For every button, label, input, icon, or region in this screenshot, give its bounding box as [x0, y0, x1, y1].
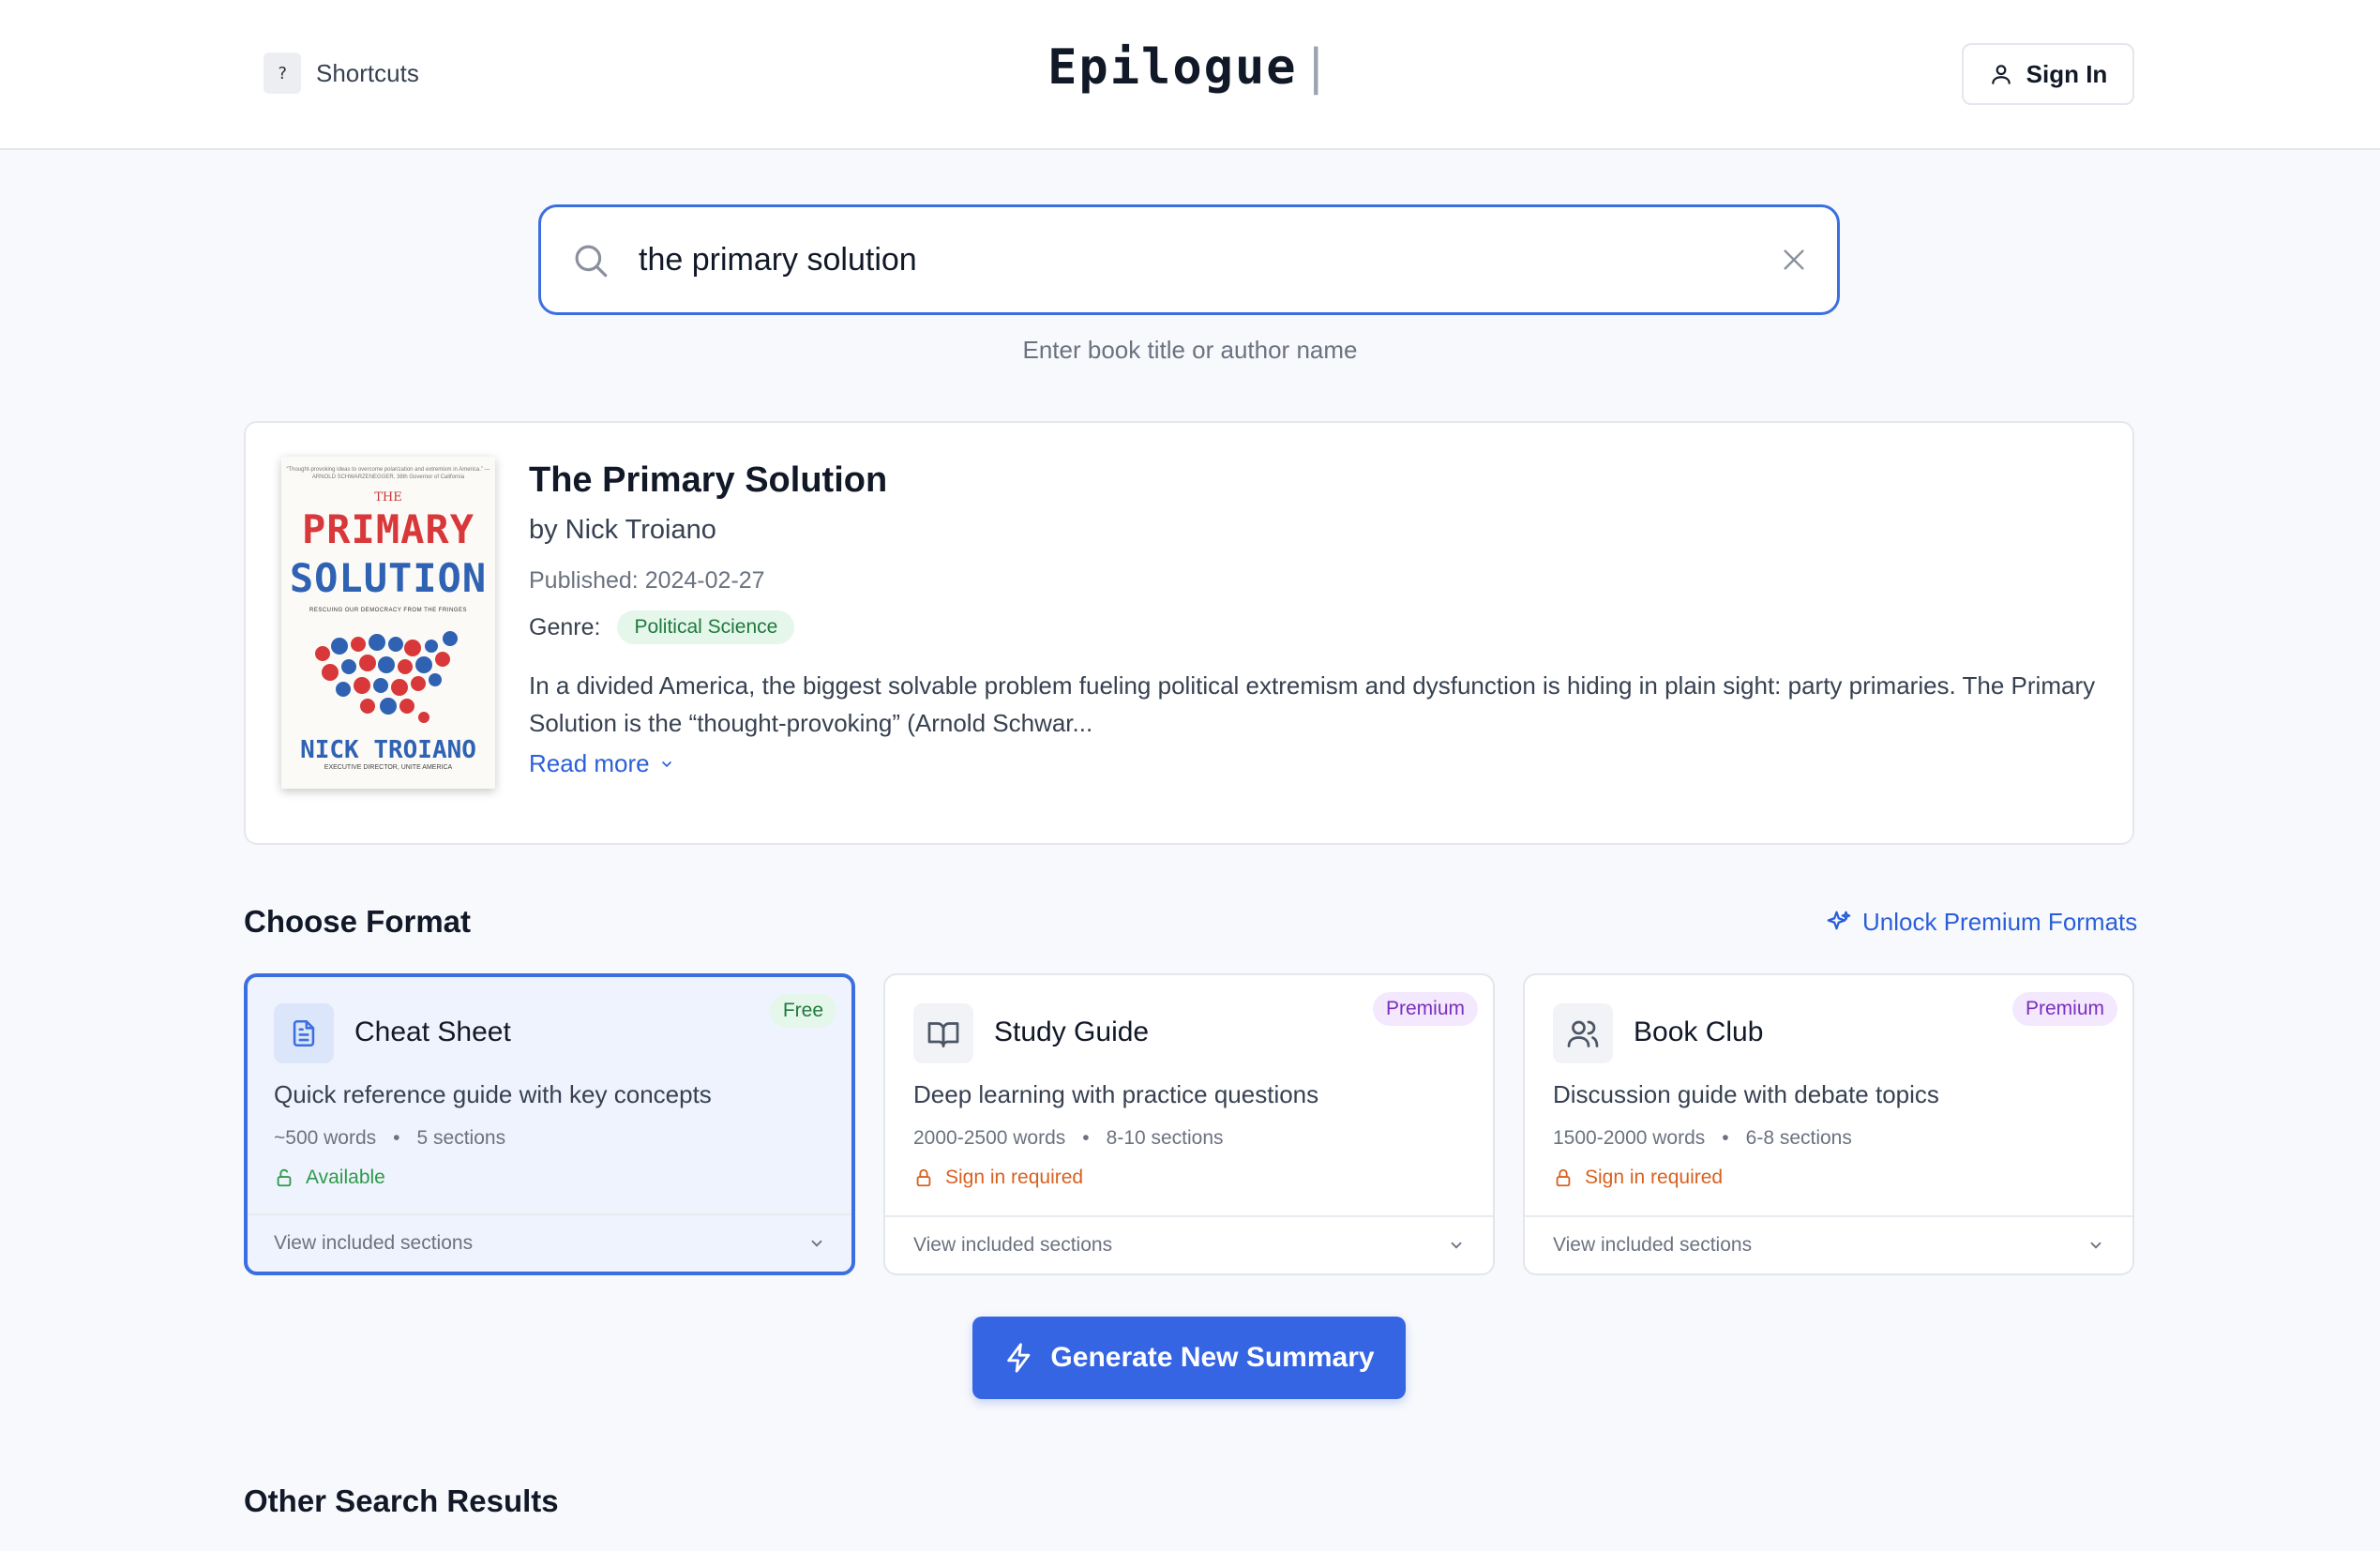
format-card-book-club[interactable]: Book Club Premium Discussion guide with …: [1523, 973, 2134, 1275]
logo-cursor: |: [1301, 39, 1333, 96]
search-input[interactable]: [639, 232, 1726, 288]
format-name: Book Club: [1634, 1016, 1764, 1047]
cover-title-line2: SOLUTION: [289, 555, 488, 601]
view-sections-toggle[interactable]: View included sections: [1525, 1215, 2132, 1273]
document-icon: [274, 1003, 334, 1063]
view-sections-label: View included sections: [274, 1232, 474, 1254]
cover-title-line1: PRIMARY: [301, 506, 474, 552]
format-section-count: 8-10 sections: [1106, 1127, 1224, 1149]
cover-map-illustration: [315, 631, 458, 723]
format-meta: 2000-2500 words • 8-10 sections: [913, 1127, 1224, 1150]
read-more-label: Read more: [529, 749, 650, 777]
meta-separator: •: [1722, 1127, 1729, 1149]
format-meta: ~500 words • 5 sections: [274, 1127, 505, 1150]
book-genre-row: Genre: Political Science: [529, 610, 795, 644]
book-open-icon: [913, 1003, 973, 1063]
book-title: The Primary Solution: [529, 460, 888, 500]
format-status: Sign in required: [1553, 1167, 1723, 1189]
format-meta: 1500-2000 words • 6-8 sections: [1553, 1127, 1852, 1150]
generate-summary-button[interactable]: Generate New Summary: [972, 1317, 1406, 1399]
view-sections-toggle[interactable]: View included sections: [248, 1213, 851, 1272]
lock-icon: [1556, 1168, 1571, 1187]
format-section-count: 5 sections: [416, 1127, 506, 1149]
unlock-icon: [277, 1168, 292, 1187]
format-status-label: Available: [306, 1167, 385, 1188]
genre-label: Genre:: [529, 613, 601, 640]
book-description: In a divided America, the biggest solvab…: [529, 671, 2096, 737]
premium-badge: Premium: [2011, 992, 2117, 1026]
chevron-down-icon: [811, 1240, 822, 1247]
choose-format-title: Choose Format: [244, 904, 472, 939]
format-word-count: 2000-2500 words: [913, 1127, 1066, 1149]
unlock-premium-label: Unlock Premium Formats: [1862, 908, 2138, 936]
other-results-title: Other Search Results: [244, 1483, 559, 1518]
read-more-link[interactable]: Read more: [529, 749, 674, 778]
format-card-study-guide[interactable]: Study Guide Premium Deep learning with p…: [883, 973, 1495, 1275]
format-section-count: 6-8 sections: [1745, 1127, 1852, 1149]
chevron-down-icon: [661, 760, 671, 767]
chevron-down-icon: [1451, 1242, 1462, 1249]
cover-blurb: “Thought-provoking ideas to overcome pol…: [286, 467, 490, 480]
sparkles-icon: [1827, 911, 1851, 929]
format-status-label: Sign in required: [1585, 1167, 1724, 1188]
format-status: Sign in required: [913, 1167, 1083, 1189]
cover-author-role: EXECUTIVE DIRECTOR, UNITE AMERICA: [324, 764, 453, 771]
clear-search-icon[interactable]: [1779, 245, 1809, 275]
sign-in-button[interactable]: Sign In: [1962, 43, 2134, 105]
meta-separator: •: [393, 1127, 400, 1149]
logo-text: Epilogue: [1047, 39, 1298, 96]
genre-badge: Political Science: [617, 610, 795, 644]
cover-subtitle: RESCUING OUR DEMOCRACY FROM THE FRINGES: [309, 608, 467, 613]
premium-badge: Premium: [1372, 992, 1478, 1026]
lightning-icon: [1007, 1343, 1031, 1373]
format-name: Study Guide: [994, 1016, 1150, 1047]
search-box: [538, 204, 1840, 315]
view-sections-label: View included sections: [1553, 1234, 1753, 1256]
users-icon: [1553, 1003, 1613, 1063]
format-word-count: ~500 words: [274, 1127, 377, 1149]
chevron-down-icon: [2090, 1242, 2101, 1249]
cover-the: THE: [374, 490, 402, 504]
view-sections-toggle[interactable]: View included sections: [885, 1215, 1493, 1273]
cover-author: NICK TROIANO: [300, 736, 476, 764]
format-status-label: Sign in required: [945, 1167, 1084, 1188]
format-word-count: 1500-2000 words: [1553, 1127, 1706, 1149]
book-published-date: Published: 2024-02-27: [529, 567, 765, 594]
lock-icon: [916, 1168, 931, 1187]
format-description: Quick reference guide with key concepts: [274, 1080, 712, 1108]
free-badge: Free: [769, 994, 836, 1028]
user-icon: [1991, 65, 2011, 84]
view-sections-label: View included sections: [913, 1234, 1113, 1256]
format-status: Available: [274, 1167, 385, 1189]
book-result-card: “Thought-provoking ideas to overcome pol…: [244, 421, 2134, 845]
search-icon: [575, 245, 608, 278]
unlock-premium-link[interactable]: Unlock Premium Formats: [1825, 908, 2137, 937]
top-header: ? Shortcuts Epilogue| Sign In: [0, 0, 2380, 150]
book-cover-image[interactable]: “Thought-provoking ideas to overcome pol…: [281, 457, 495, 789]
generate-summary-label: Generate New Summary: [1050, 1342, 1375, 1373]
book-author: by Nick Troiano: [529, 515, 716, 545]
search-hint: Enter book title or author name: [1022, 336, 1358, 364]
format-name: Cheat Sheet: [354, 1016, 511, 1047]
format-description: Discussion guide with debate topics: [1553, 1080, 1939, 1108]
format-card-cheat-sheet[interactable]: Cheat Sheet Free Quick reference guide w…: [244, 973, 855, 1275]
sign-in-label: Sign In: [2026, 59, 2108, 88]
format-description: Deep learning with practice questions: [913, 1080, 1319, 1108]
meta-separator: •: [1082, 1127, 1090, 1149]
